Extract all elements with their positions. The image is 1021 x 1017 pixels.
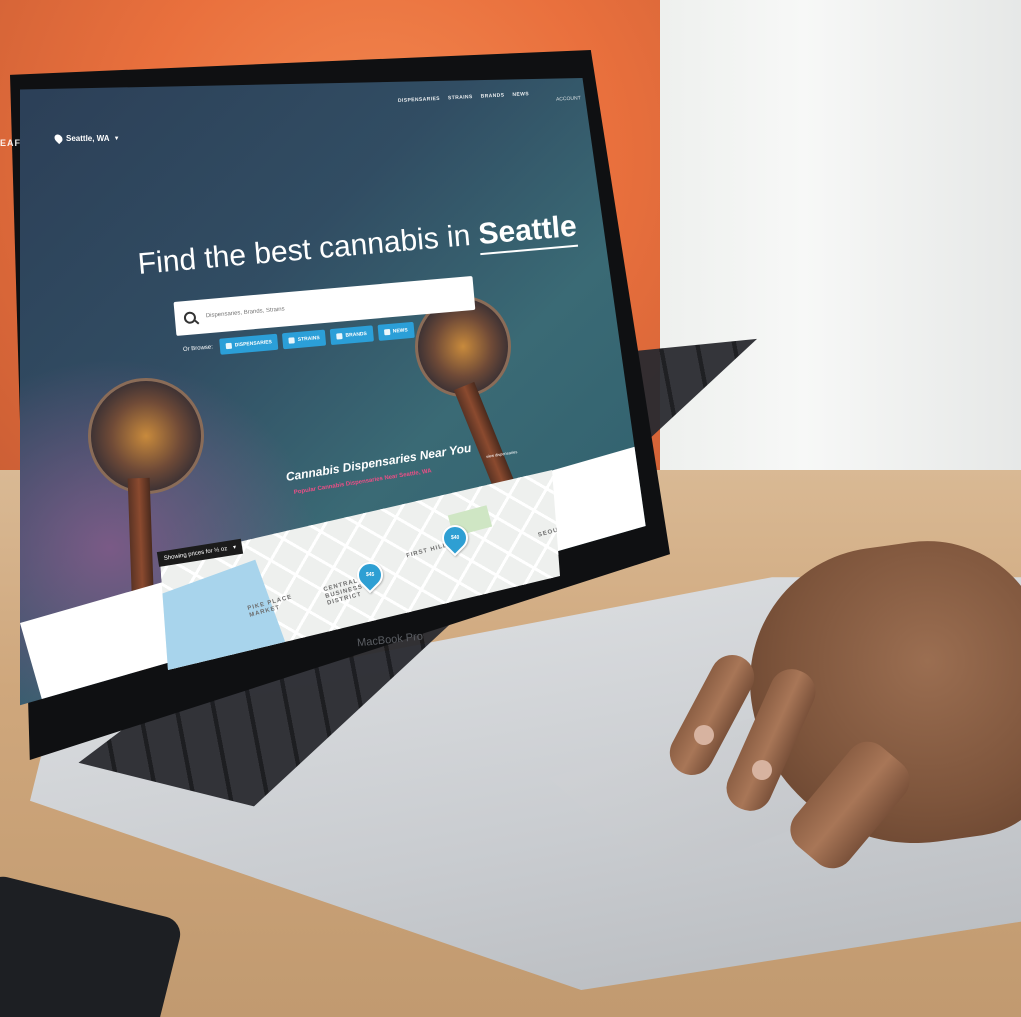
location-selector[interactable]: Seattle, WA ▼ — [52, 132, 120, 145]
storefront-icon — [225, 342, 233, 350]
nav-brands[interactable]: BRANDS — [481, 92, 505, 99]
nav-news[interactable]: NEWS — [512, 91, 529, 98]
browse-news-label: NEWS — [392, 327, 408, 335]
browse-news-button[interactable]: NEWS — [377, 321, 415, 341]
browse-brands-label: BRANDS — [345, 330, 368, 339]
browse-label: Or Browse: — [182, 344, 214, 353]
location-label: Seattle, WA — [66, 134, 110, 143]
location-pin-icon — [52, 132, 65, 145]
browse-strains-label: STRAINS — [297, 335, 320, 343]
chevron-down-icon: ▼ — [113, 135, 120, 142]
site-brand[interactable]: EAF — [0, 138, 21, 148]
search-icon — [183, 311, 197, 325]
map-pin-price: $45 — [365, 572, 375, 578]
leaf-icon — [288, 337, 296, 344]
white-wall — [660, 0, 1021, 520]
fingernail — [752, 760, 772, 780]
newspaper-icon — [383, 328, 391, 336]
photo-scene: EAF Seattle, WA ▼ DISPENSARIES STRAINS B… — [0, 0, 1021, 1017]
map-pin-price: $40 — [450, 535, 460, 541]
fingernail — [694, 725, 714, 745]
tag-icon — [336, 333, 343, 340]
browse-dispensaries-label: DISPENSARIES — [234, 339, 273, 349]
chevron-down-icon: ▾ — [232, 544, 237, 552]
